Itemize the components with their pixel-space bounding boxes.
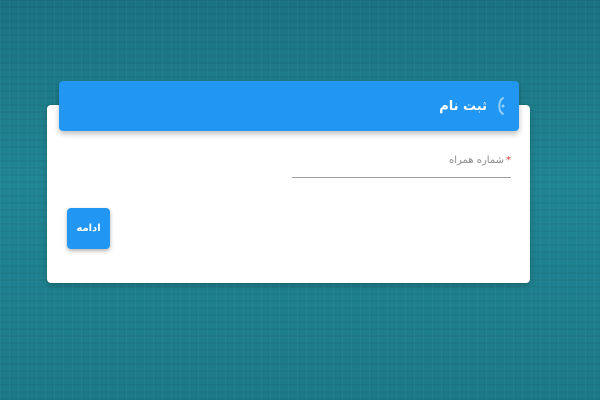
registration-card <box>47 105 530 283</box>
sign-up-icon <box>493 95 509 117</box>
continue-button[interactable]: ادامه <box>67 208 110 249</box>
card-header: ثبت نام <box>59 81 519 131</box>
page-title: ثبت نام <box>439 98 487 114</box>
phone-label: *شماره همراه <box>449 155 511 166</box>
phone-label-text: شماره همراه <box>448 155 504 166</box>
phone-underline <box>292 177 511 178</box>
phone-field[interactable]: *شماره همراه <box>292 152 511 178</box>
required-mark: * <box>506 155 511 166</box>
